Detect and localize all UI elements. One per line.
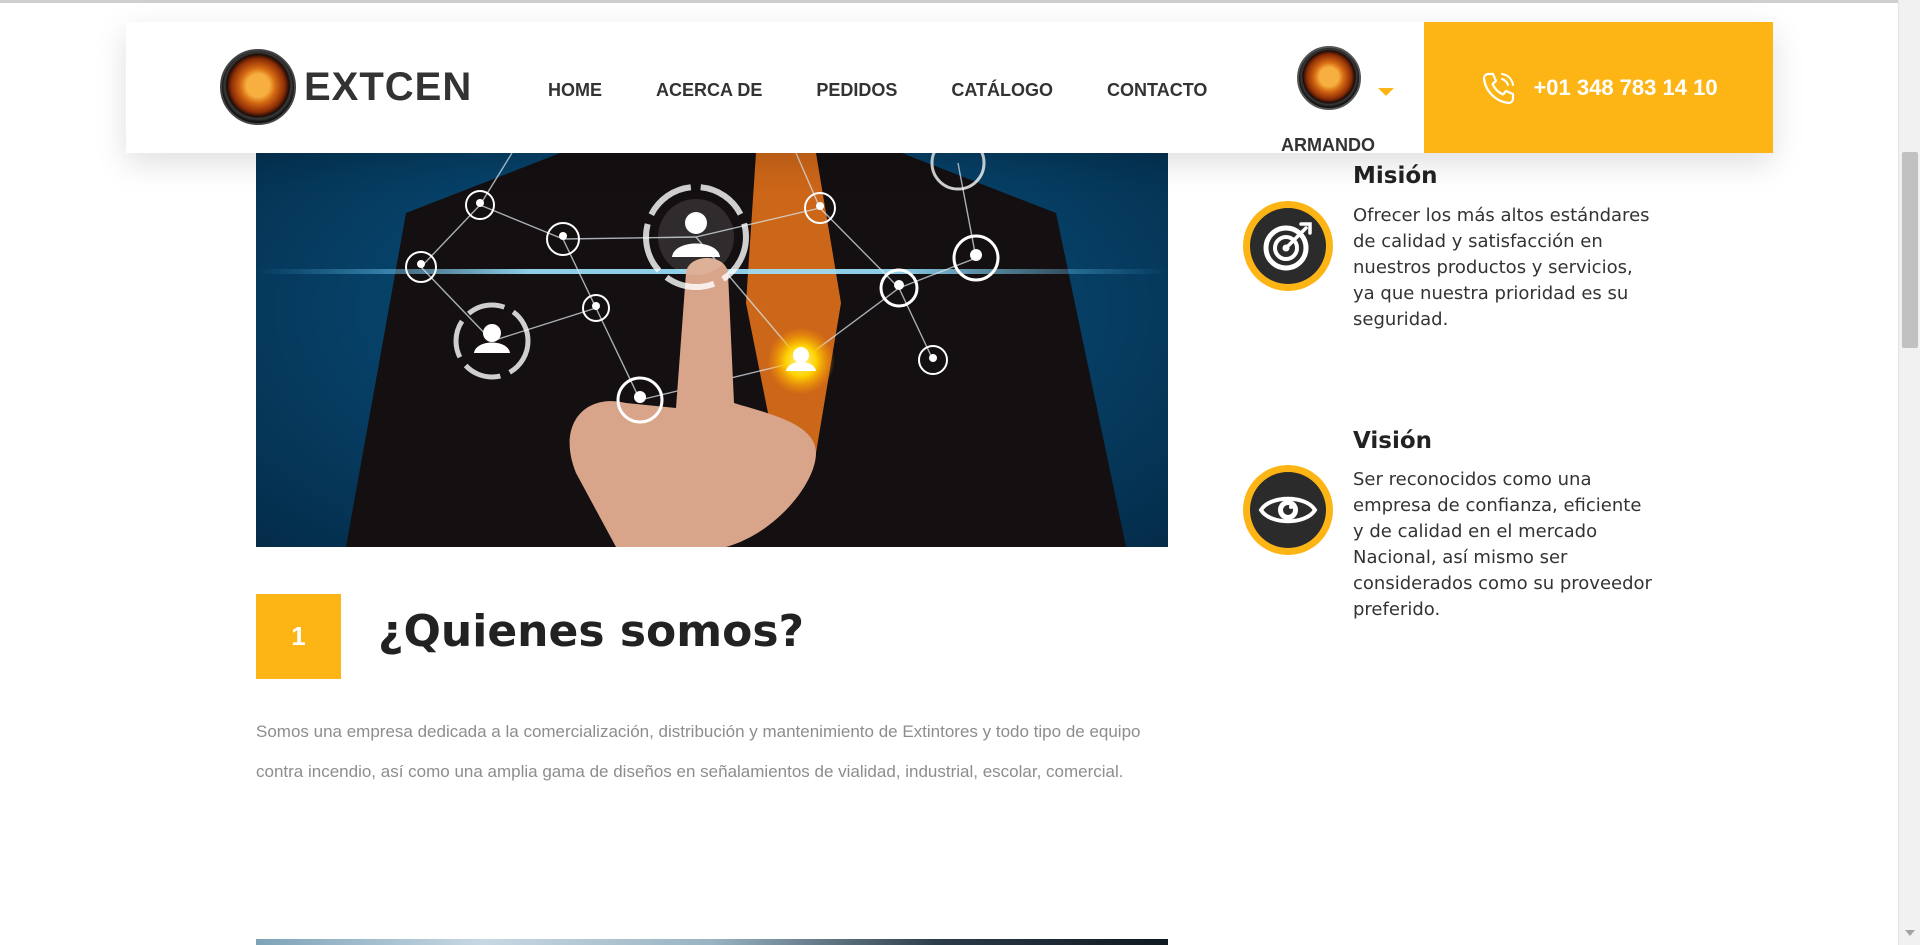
section-number-badge: 1	[256, 594, 341, 679]
phone-number: +01 348 783 14 10	[1533, 74, 1718, 100]
nav-home[interactable]: HOME	[548, 80, 602, 101]
next-image-peek	[256, 939, 1168, 945]
brand-name: EXTCEN	[304, 64, 473, 109]
nav-catalogo[interactable]: CATÁLOGO	[951, 80, 1053, 101]
page-scrollbar[interactable]	[1898, 0, 1920, 945]
feature-vision: Visión Ser reconocidos como una empresa …	[1243, 425, 1652, 645]
scroll-down-arrow-icon[interactable]	[1905, 930, 1915, 936]
user-name: ARMANDO	[1281, 135, 1375, 155]
hero-image-network	[256, 153, 1168, 547]
browser-top-border	[0, 0, 1920, 3]
nav-acerca-de[interactable]: ACERCA DE	[656, 80, 762, 101]
user-menu[interactable]: ARMANDO	[1258, 46, 1398, 155]
phone-icon	[1483, 72, 1515, 104]
feature-title: Visión	[1353, 428, 1433, 454]
scrollbar-thumb[interactable]	[1902, 152, 1918, 348]
brand-logo-link[interactable]: EXTCEN	[220, 49, 472, 125]
feature-text: Ofrecer los más altos estándares de cali…	[1353, 205, 1650, 330]
main-nav: HOME ACERCA DE PEDIDOS CATÁLOGO CONTACTO	[548, 80, 1261, 101]
phone-call-button[interactable]: +01 348 783 14 10	[1424, 22, 1773, 153]
avatar	[1297, 46, 1361, 110]
feature-text: Ser reconocidos como una empresa de conf…	[1353, 469, 1652, 620]
nav-pedidos[interactable]: PEDIDOS	[816, 80, 897, 101]
feature-mision: Misión Ofrecer los más altos estándares …	[1243, 160, 1650, 380]
target-icon	[1243, 201, 1333, 291]
logo-emblem	[220, 49, 296, 125]
feature-title: Misión	[1353, 163, 1438, 189]
section-title: ¿Quienes somos?	[378, 606, 805, 657]
chevron-down-icon	[1378, 88, 1394, 96]
site-header: EXTCEN HOME ACERCA DE PEDIDOS CATÁLOGO C…	[126, 22, 1773, 155]
nav-contacto[interactable]: CONTACTO	[1107, 80, 1207, 101]
section-body: Somos una empresa dedicada a la comercia…	[256, 722, 1141, 781]
eye-icon	[1243, 465, 1333, 555]
